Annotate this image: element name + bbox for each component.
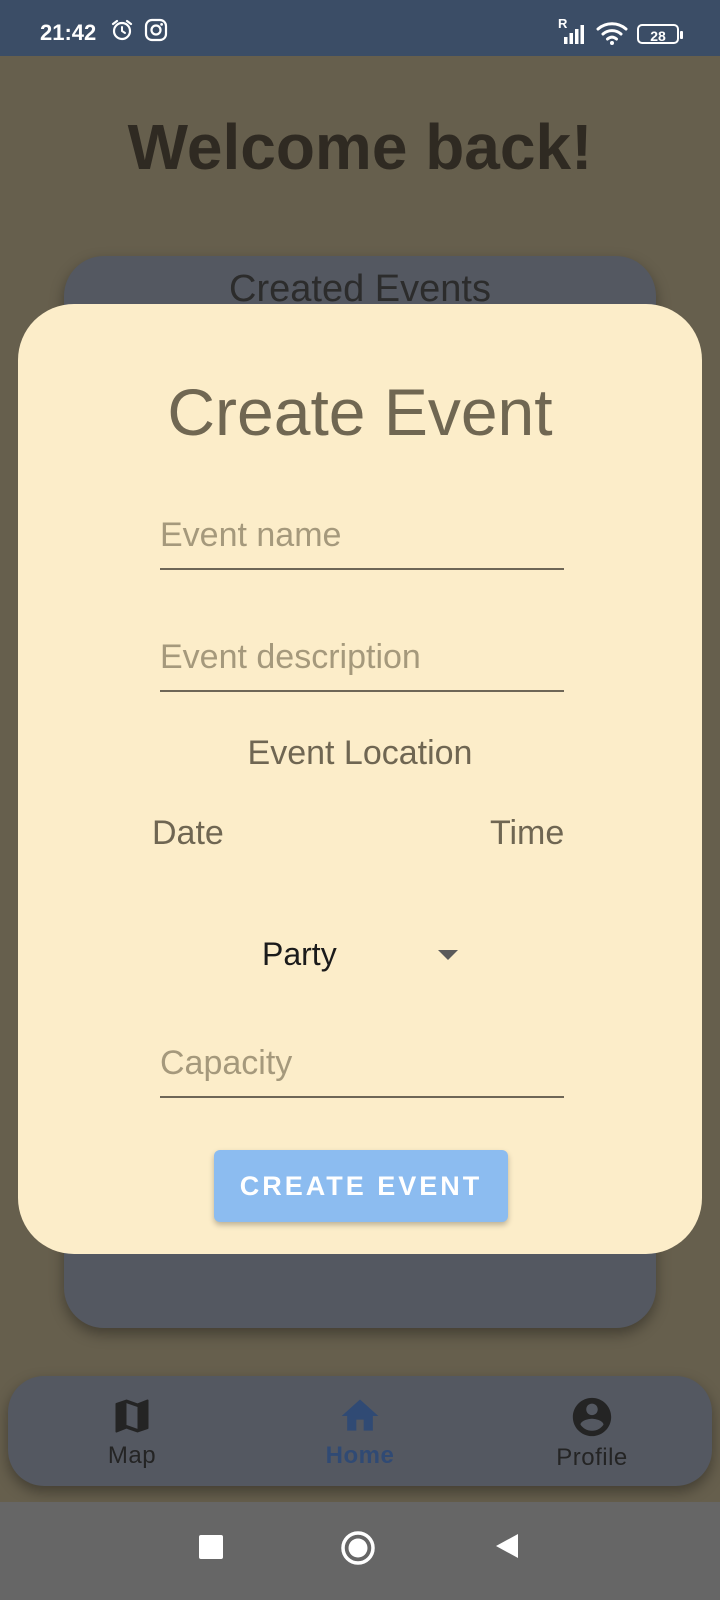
category-dropdown-value: Party xyxy=(262,936,337,972)
nav-item-home[interactable]: Home xyxy=(270,1394,450,1470)
nav-label-map: Map xyxy=(107,1442,157,1469)
profile-icon xyxy=(502,1394,682,1440)
signal-roaming-label: R xyxy=(558,16,568,31)
bottom-navigation: Map Home Profile xyxy=(8,1376,712,1486)
event-location-button[interactable]: Event Location xyxy=(18,734,702,773)
map-icon xyxy=(42,1394,222,1438)
date-picker-button[interactable]: Date xyxy=(152,814,224,853)
dialog-title: Create Event xyxy=(167,375,553,449)
nav-label-profile: Profile xyxy=(556,1444,628,1471)
home-system-button[interactable] xyxy=(340,1530,376,1571)
recents-button[interactable] xyxy=(198,1534,224,1565)
time-picker-button[interactable]: Time xyxy=(490,814,564,853)
status-bar: 21:42 R 28 xyxy=(0,0,720,56)
category-dropdown[interactable]: Party xyxy=(262,934,458,984)
status-time: 21:42 xyxy=(40,20,97,45)
nav-item-map[interactable]: Map xyxy=(42,1394,222,1470)
instagram-icon xyxy=(144,18,168,47)
welcome-heading: Welcome back! xyxy=(127,111,593,183)
dropdown-arrow-icon xyxy=(438,950,458,960)
battery-indicator: 28 xyxy=(637,24,683,44)
nav-label-home: Home xyxy=(325,1442,395,1469)
event-name-input[interactable] xyxy=(160,510,564,570)
system-navigation-bar xyxy=(0,1502,720,1600)
create-event-button[interactable]: CREATE EVENT xyxy=(214,1150,508,1222)
back-button[interactable] xyxy=(494,1532,520,1565)
event-description-input[interactable] xyxy=(160,632,564,692)
alarm-icon xyxy=(110,18,134,47)
home-icon xyxy=(270,1394,450,1438)
capacity-input[interactable] xyxy=(160,1038,564,1098)
nav-item-profile[interactable]: Profile xyxy=(502,1394,682,1472)
wifi-icon xyxy=(596,20,628,51)
create-event-dialog: Create Event Event Location Date Time Pa… xyxy=(18,304,702,1254)
